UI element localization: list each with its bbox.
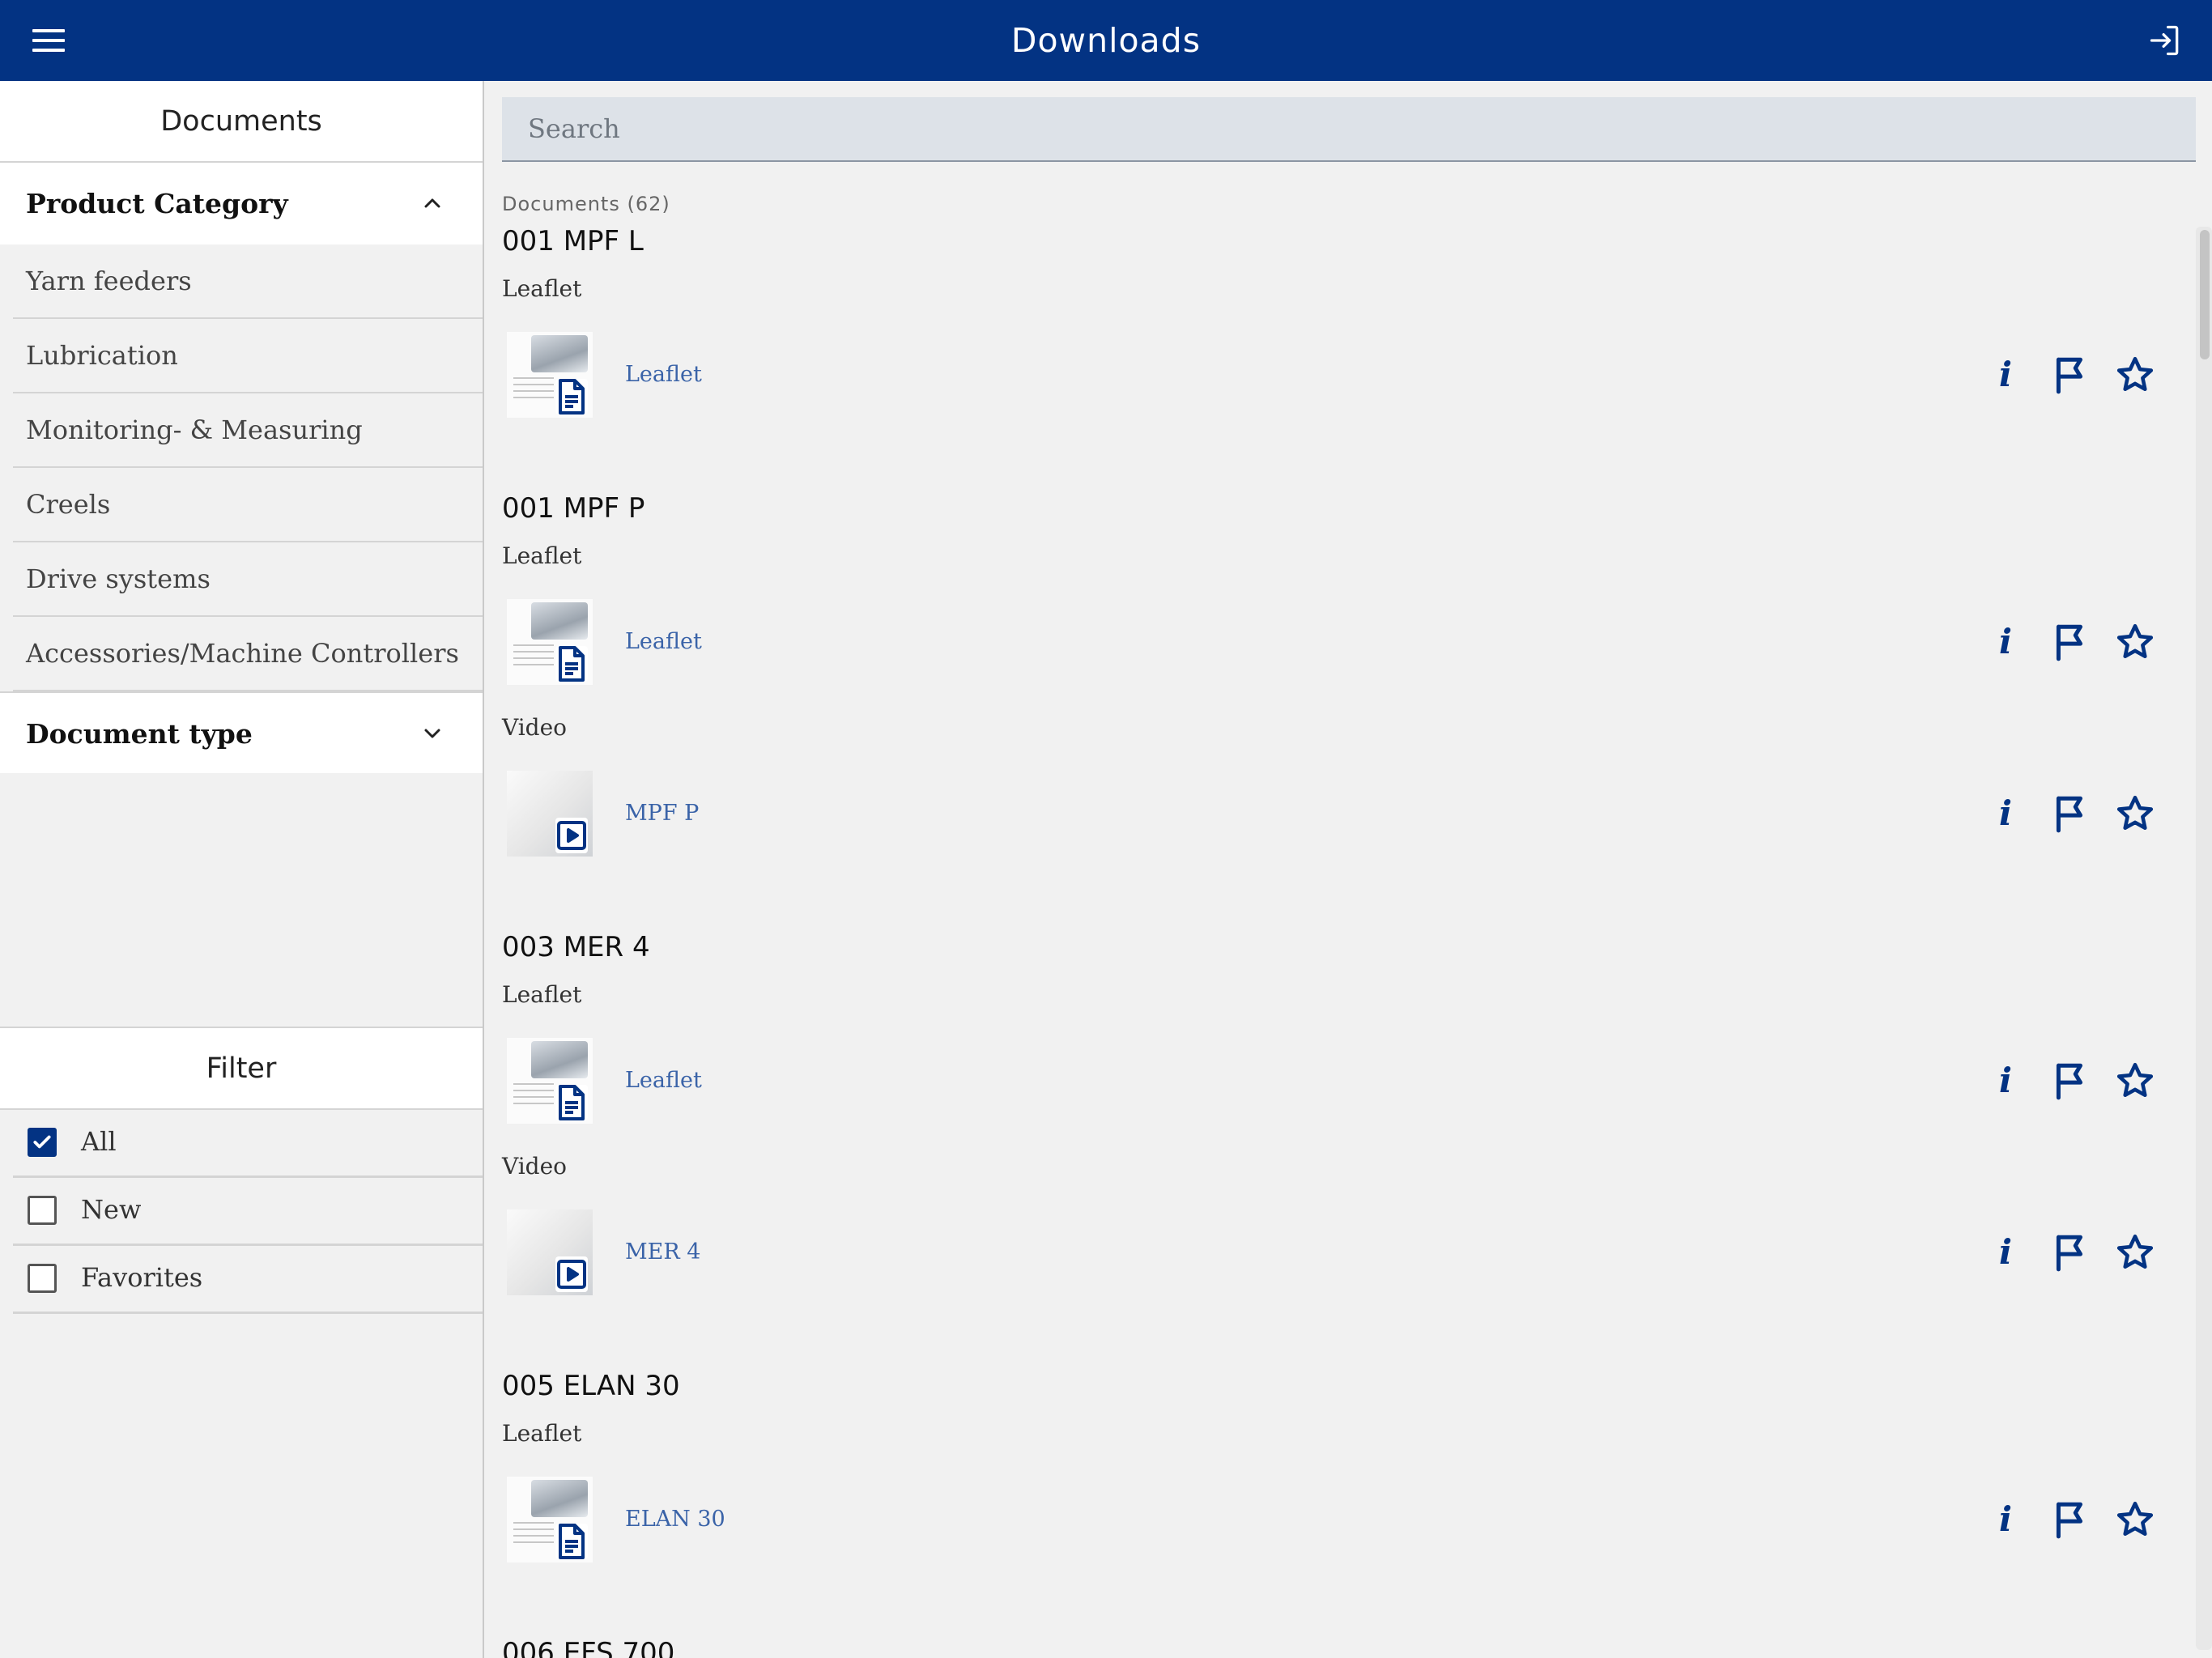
product-section: 001 MPF P Leaflet Leaflet i Video MPF P … (486, 484, 2180, 923)
document-type-header[interactable]: Document type (0, 691, 483, 773)
app-header: Downloads (0, 0, 2212, 81)
document-link[interactable]: Leaflet (625, 312, 702, 437)
video-row[interactable]: MER 4 i (502, 1190, 2180, 1315)
star-icon[interactable] (2115, 622, 2155, 662)
video-thumbnail[interactable] (507, 771, 593, 857)
login-icon[interactable] (2147, 23, 2183, 58)
star-icon[interactable] (2115, 1499, 2155, 1540)
documents-list: 001 MPF L Leaflet Leaflet i 001 MPF P Le… (486, 217, 2180, 1658)
main-content: Documents (62) 001 MPF L Leaflet Leaflet… (486, 81, 2212, 1658)
star-icon[interactable] (2115, 1232, 2155, 1273)
document-row[interactable]: Leaflet i (502, 1018, 2180, 1143)
video-play-icon (555, 818, 588, 853)
document-link[interactable]: Leaflet (625, 1018, 702, 1143)
chevron-up-icon (424, 198, 440, 208)
filter-title: Filter (0, 1027, 483, 1110)
flag-icon[interactable] (2050, 1499, 2091, 1540)
document-thumbnail[interactable] (507, 1477, 593, 1562)
video-link[interactable]: MER 4 (625, 1190, 700, 1315)
sidebar-title: Documents (0, 81, 483, 163)
product-name: 001 MPF L (502, 225, 644, 257)
filter-option-all[interactable]: All (13, 1110, 483, 1178)
product-section: 001 MPF L Leaflet Leaflet i (486, 217, 2180, 484)
chevron-down-icon (424, 729, 440, 738)
document-row[interactable]: ELAN 30 i (502, 1457, 2180, 1582)
checkbox-new[interactable] (28, 1196, 57, 1225)
product-category-header[interactable]: Product Category (0, 163, 483, 244)
doc-group-label: Video (502, 1153, 568, 1180)
info-icon[interactable]: i (1985, 1232, 2026, 1273)
filter-label-all: All (81, 1126, 117, 1157)
category-item-accessories[interactable]: Accessories/Machine Controllers (13, 617, 483, 691)
filter-label-new: New (81, 1194, 142, 1225)
category-item-creels[interactable]: Creels (13, 468, 483, 542)
info-icon[interactable]: i (1985, 355, 2026, 395)
doc-group-label: Leaflet (502, 981, 582, 1008)
product-section: 005 ELAN 30 Leaflet ELAN 30 i (486, 1362, 2180, 1629)
document-link[interactable]: ELAN 30 (625, 1457, 725, 1582)
doc-group-label: Leaflet (502, 542, 582, 569)
star-icon[interactable] (2115, 355, 2155, 395)
star-icon[interactable] (2115, 1061, 2155, 1101)
document-row[interactable]: Leaflet i (502, 312, 2180, 437)
sidebar: Documents Product Category Yarn feeders … (0, 81, 484, 1658)
doc-group-label: Leaflet (502, 275, 582, 302)
filter-label-favorites: Favorites (81, 1262, 203, 1293)
doc-group-label: Leaflet (502, 1420, 582, 1447)
document-icon (555, 646, 588, 682)
product-category-label: Product Category (26, 188, 288, 219)
document-thumbnail[interactable] (507, 332, 593, 418)
documents-count: Documents (62) (502, 193, 670, 215)
document-icon (555, 1085, 588, 1120)
product-name: 006 EFS 700 (502, 1637, 675, 1658)
video-link[interactable]: MPF P (625, 751, 699, 876)
filter-option-favorites[interactable]: Favorites (13, 1246, 483, 1314)
search-bar[interactable] (502, 97, 2196, 162)
document-row[interactable]: Leaflet i (502, 580, 2180, 704)
document-thumbnail[interactable] (507, 599, 593, 685)
flag-icon[interactable] (2050, 793, 2091, 834)
checkbox-all[interactable] (28, 1128, 57, 1157)
document-icon (555, 379, 588, 414)
checkbox-favorites[interactable] (28, 1264, 57, 1293)
search-input[interactable] (502, 97, 2196, 160)
category-item-yarn-feeders[interactable]: Yarn feeders (13, 244, 483, 319)
filter-panel: Filter All New Favorites (0, 1027, 483, 1314)
list-scrollbar[interactable] (2196, 227, 2212, 1650)
video-thumbnail[interactable] (507, 1209, 593, 1295)
scrollbar-thumb[interactable] (2200, 230, 2210, 359)
product-section: 006 EFS 700 (486, 1629, 2180, 1658)
document-link[interactable]: Leaflet (625, 580, 702, 704)
document-thumbnail[interactable] (507, 1038, 593, 1124)
info-icon[interactable]: i (1985, 622, 2026, 662)
document-type-label: Document type (26, 718, 253, 750)
category-item-drive-systems[interactable]: Drive systems (13, 542, 483, 617)
product-category-list: Yarn feeders Lubrication Monitoring- & M… (0, 244, 483, 691)
video-play-icon (555, 1256, 588, 1292)
product-name: 003 MER 4 (502, 931, 650, 963)
info-icon[interactable]: i (1985, 1061, 2026, 1101)
product-name: 005 ELAN 30 (502, 1370, 680, 1402)
star-icon[interactable] (2115, 793, 2155, 834)
category-item-monitoring[interactable]: Monitoring- & Measuring (13, 393, 483, 468)
info-icon[interactable]: i (1985, 1499, 2026, 1540)
flag-icon[interactable] (2050, 622, 2091, 662)
video-row[interactable]: MPF P i (502, 751, 2180, 876)
filter-option-new[interactable]: New (13, 1178, 483, 1246)
flag-icon[interactable] (2050, 1061, 2091, 1101)
product-section: 003 MER 4 Leaflet Leaflet i Video MER 4 … (486, 923, 2180, 1362)
category-item-lubrication[interactable]: Lubrication (13, 319, 483, 393)
info-icon[interactable]: i (1985, 793, 2026, 834)
flag-icon[interactable] (2050, 355, 2091, 395)
product-name: 001 MPF P (502, 492, 645, 525)
document-icon (555, 1524, 588, 1559)
doc-group-label: Video (502, 714, 568, 741)
flag-icon[interactable] (2050, 1232, 2091, 1273)
page-title: Downloads (1010, 21, 1202, 60)
